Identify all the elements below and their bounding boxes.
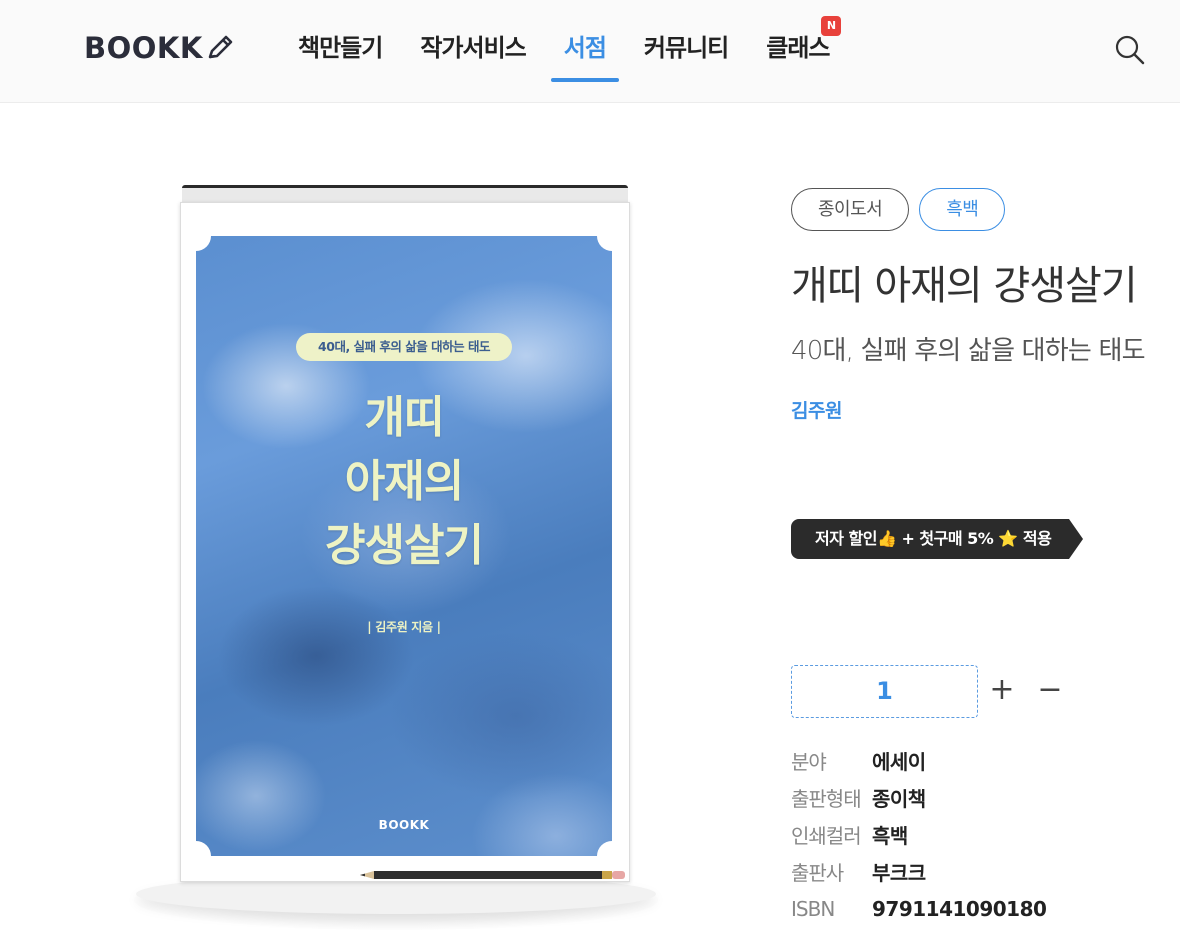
info-value: 흑백 [872, 824, 908, 848]
format-tags: 종이도서 흑백 [791, 188, 1006, 231]
info-value: 부크크 [872, 861, 926, 885]
quantity-input[interactable]: 1 [791, 665, 978, 718]
book-image: 40대, 실패 후의 삶을 대하는 태도 개띠 아재의 걍생살기 | 김주원 지… [130, 180, 660, 938]
nav-community[interactable]: 커뮤니티 [644, 28, 729, 82]
cover-title-line: 개띠 [364, 392, 445, 443]
pencil-icon [208, 35, 233, 59]
quantity-minus-button[interactable]: − [1036, 674, 1064, 708]
main-nav: 책만들기 작가서비스 서점 커뮤니티 클래스 N [298, 16, 842, 82]
info-label: ISBN [791, 896, 835, 921]
book-title: 개띠 아재의 걍생살기 [791, 263, 1138, 309]
search-icon [1115, 35, 1145, 65]
bookk-logo[interactable]: BOOKK [84, 30, 235, 66]
book-subtitle: 40대, 실패 후의 삶을 대하는 태도 [791, 336, 1146, 366]
site-header: BOOKK 책만들기 작가서비스 서점 커뮤니티 클래스 N [0, 0, 1180, 103]
cover-title-line: 걍생살기 [325, 520, 484, 571]
nav-author-service[interactable]: 작가서비스 [420, 28, 526, 82]
cover-tagline: 40대, 실패 후의 삶을 대하는 태도 [296, 333, 512, 361]
info-label: 출판사 [791, 861, 844, 885]
info-label: 분야 [791, 750, 827, 774]
cover-author: | 김주원 지음 | [367, 620, 441, 634]
new-badge: N [821, 16, 842, 36]
quantity-plus-button[interactable]: + [988, 674, 1016, 708]
nav-class-label: 클래스 [766, 34, 830, 62]
cover-title: 개띠 아재의 걍생살기 [196, 386, 612, 578]
book-info-list: 분야 에세이 출판형태 종이책 인쇄컬러 흑백 출판사 부크크 ISBN 979… [791, 742, 1047, 927]
info-value: 9791141090180 [872, 896, 1047, 921]
cover-title-line: 아재의 [344, 456, 464, 507]
nav-class[interactable]: 클래스 N [766, 16, 842, 82]
nav-bookstore[interactable]: 서점 [550, 28, 620, 82]
nav-make-book[interactable]: 책만들기 [298, 28, 383, 82]
info-label: 출판형태 [791, 787, 862, 811]
info-row-category: 분야 에세이 [791, 742, 1046, 779]
info-label: 인쇄컬러 [791, 824, 862, 848]
info-row-print-color: 인쇄컬러 흑백 [791, 816, 1046, 853]
info-row-isbn: ISBN 9791141090180 [791, 890, 1047, 927]
info-row-format: 출판형태 종이책 [791, 779, 1046, 816]
logo-text: BOOKK [84, 31, 203, 65]
info-value: 에세이 [872, 750, 926, 774]
cover-brand: BOOKK [378, 818, 430, 832]
info-row-publisher: 출판사 부크크 [791, 853, 1046, 890]
info-value: 종이책 [872, 787, 926, 811]
discount-banner: 저자 할인👍 + 첫구매 5% ⭐ 적용 [791, 519, 1083, 559]
cover-art: 40대, 실패 후의 삶을 대하는 태도 개띠 아재의 걍생살기 | 김주원 지… [196, 236, 612, 856]
search-button[interactable] [1114, 34, 1146, 66]
tag-black-white[interactable]: 흑백 [919, 188, 1006, 231]
book-author-link[interactable]: 김주원 [791, 396, 842, 423]
pencil-prop [360, 871, 625, 879]
tag-paper-book[interactable]: 종이도서 [791, 188, 910, 231]
